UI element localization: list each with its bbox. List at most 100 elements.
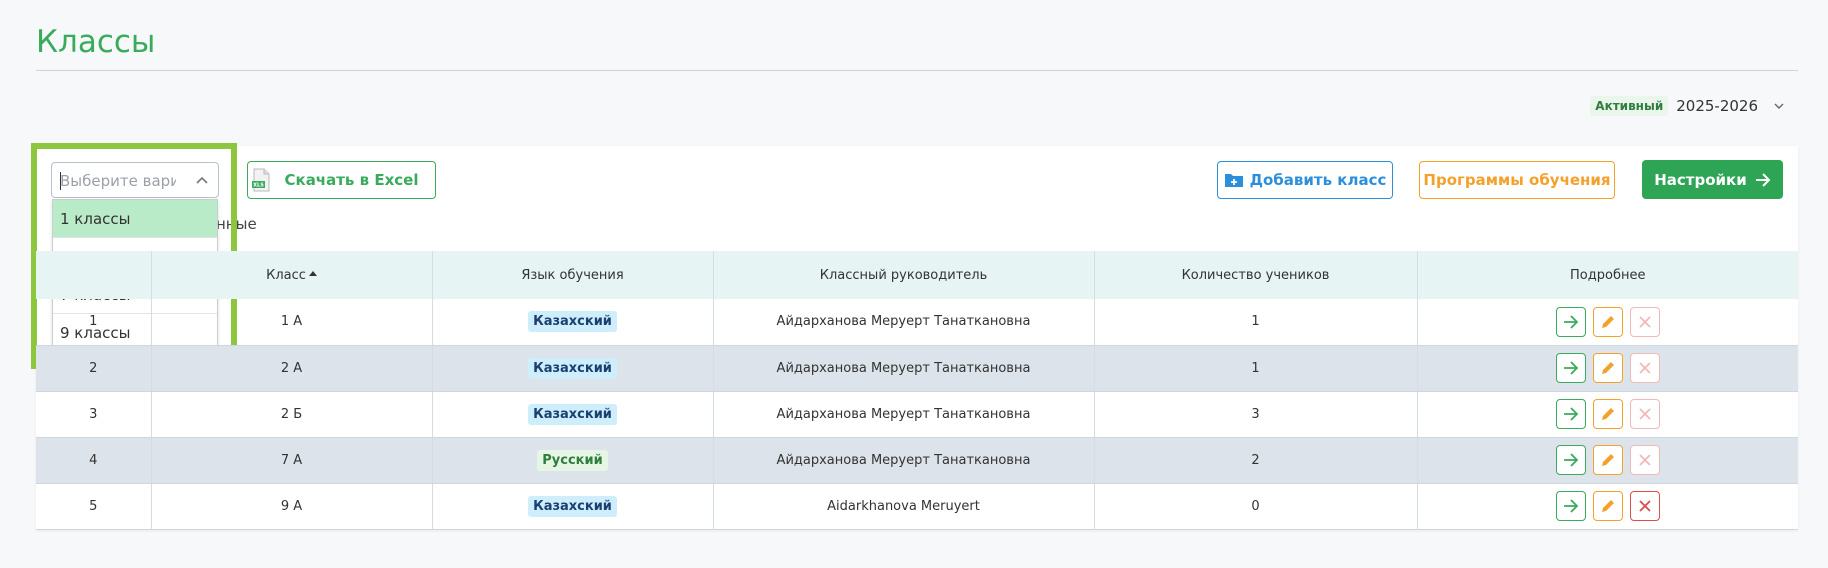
row-students: 2 (1094, 437, 1418, 484)
row-teacher: Айдарханова Меруерт Танаткановна (713, 437, 1095, 484)
download-excel-label: Скачать в Excel (284, 171, 419, 189)
edit-class-button[interactable] (1592, 306, 1623, 337)
open-class-button[interactable] (1555, 353, 1586, 383)
edit-class-button[interactable] (1592, 491, 1623, 521)
row-number: 5 (36, 483, 152, 530)
table-row: 32 Б Казахский Айдарханова Меруерт Танатка… (36, 391, 1798, 438)
add-class-button[interactable]: Добавить класс (1217, 161, 1393, 199)
chevron-down-icon[interactable] (1774, 101, 1784, 111)
row-language: Русский (432, 437, 714, 484)
open-class-button[interactable] (1555, 491, 1586, 521)
row-class: 9 А (151, 483, 433, 530)
svg-text:XLS: XLS (253, 183, 264, 189)
row-language: Казахский (432, 483, 714, 530)
edit-class-button[interactable] (1592, 445, 1623, 475)
delete-class-button[interactable] (1629, 306, 1660, 337)
row-teacher: Айдарханова Меруерт Танаткановна (713, 345, 1095, 392)
add-class-label: Добавить класс (1249, 171, 1387, 189)
classes-table: Класс Язык обучения Классный руководител… (36, 251, 1798, 530)
column-header-teacher: Классный руководитель (713, 251, 1095, 299)
column-header-class[interactable]: Класс (151, 251, 433, 299)
xls-file-icon: XLS (251, 168, 269, 192)
close-icon (1639, 362, 1651, 374)
column-header-students: Количество учеников (1094, 251, 1418, 299)
dropdown-option[interactable]: 1 классы (53, 200, 217, 238)
pencil-icon (1601, 362, 1614, 374)
page-title: Классы (36, 24, 156, 60)
row-students: 3 (1094, 391, 1418, 438)
open-class-button[interactable] (1555, 445, 1586, 475)
close-icon (1639, 316, 1651, 328)
close-icon (1639, 500, 1651, 512)
settings-label: Настройки (1654, 170, 1747, 189)
language-badge: Казахский (528, 495, 617, 517)
partial-text: нные (216, 215, 257, 233)
delete-class-button[interactable] (1629, 445, 1660, 475)
pencil-icon (1601, 500, 1614, 512)
close-icon (1639, 408, 1651, 420)
close-icon (1639, 454, 1651, 466)
row-teacher: Айдарханова Меруерт Танаткановна (713, 391, 1095, 438)
row-actions (1417, 437, 1798, 484)
arrow-right-icon (1755, 172, 1771, 187)
arrow-right-icon (1563, 453, 1579, 467)
delete-class-button[interactable] (1629, 399, 1660, 429)
row-language: Казахский (432, 391, 714, 438)
arrow-right-icon (1563, 499, 1579, 513)
delete-class-button[interactable] (1629, 353, 1660, 383)
pencil-icon (1601, 315, 1614, 328)
column-header-details: Подробнее (1417, 251, 1798, 299)
language-badge: Казахский (528, 311, 617, 333)
year-selector[interactable]: Активный 2025-2026 (1590, 93, 1784, 119)
class-filter-select[interactable]: Выберите вари (51, 162, 219, 198)
arrow-right-icon (1563, 315, 1579, 329)
table-header-row: Класс Язык обучения Классный руководител… (36, 251, 1798, 299)
row-language: Казахский (432, 345, 714, 392)
row-class: 2 Б (151, 391, 433, 438)
table-row: 47 А Русский Айдарханова Меруерт Танаткано… (36, 437, 1798, 484)
row-actions (1417, 299, 1798, 346)
language-badge: Русский (537, 449, 608, 471)
language-badge: Казахский (528, 357, 617, 379)
column-header-language: Язык обучения (432, 251, 714, 299)
row-actions (1417, 391, 1798, 438)
open-class-button[interactable] (1555, 399, 1586, 429)
language-badge: Казахский (528, 403, 617, 425)
table-row: 22 А Казахский Айдарханова Меруерт Танатка… (36, 345, 1798, 392)
download-excel-button[interactable]: XLS Скачать в Excel (247, 161, 436, 199)
settings-button[interactable]: Настройки (1642, 160, 1783, 199)
row-number: 2 (36, 345, 152, 392)
column-header-number (36, 251, 152, 299)
row-actions (1417, 345, 1798, 392)
pencil-icon (1601, 408, 1614, 420)
folder-plus-icon (1224, 174, 1243, 187)
row-students: 1 (1094, 345, 1418, 392)
table-row: 1 1 А Казахский Айдарханова Меруерт Танатка… (36, 299, 1798, 346)
row-class: 7 А (151, 437, 433, 484)
arrow-right-icon (1563, 407, 1579, 421)
year-value: 2025-2026 (1676, 97, 1758, 115)
row-students: 1 (1094, 299, 1418, 346)
edit-class-button[interactable] (1592, 353, 1623, 383)
programs-button[interactable]: Программы обучения (1419, 161, 1615, 199)
open-class-button[interactable] (1555, 306, 1586, 337)
row-language: Казахский (432, 299, 714, 346)
row-number: 3 (36, 391, 152, 438)
sort-asc-icon (308, 270, 317, 276)
row-class: 2 А (151, 345, 433, 392)
row-students: 0 (1094, 483, 1418, 530)
delete-class-button[interactable] (1629, 491, 1660, 521)
chevron-up-icon[interactable] (195, 175, 209, 185)
programs-label: Программы обучения (1423, 171, 1611, 189)
select-placeholder: Выберите вари (60, 172, 176, 190)
row-number: 4 (36, 437, 152, 484)
status-badge: Активный (1590, 96, 1669, 116)
arrow-right-icon (1563, 361, 1579, 375)
row-teacher: Aidarkhanova Meruyert (713, 483, 1095, 530)
row-class: 1 А (151, 299, 433, 346)
pencil-icon (1601, 454, 1614, 466)
row-actions (1417, 483, 1798, 530)
row-teacher: Айдарханова Меруерт Танаткановна (713, 299, 1095, 346)
title-divider (36, 70, 1798, 71)
edit-class-button[interactable] (1592, 399, 1623, 429)
